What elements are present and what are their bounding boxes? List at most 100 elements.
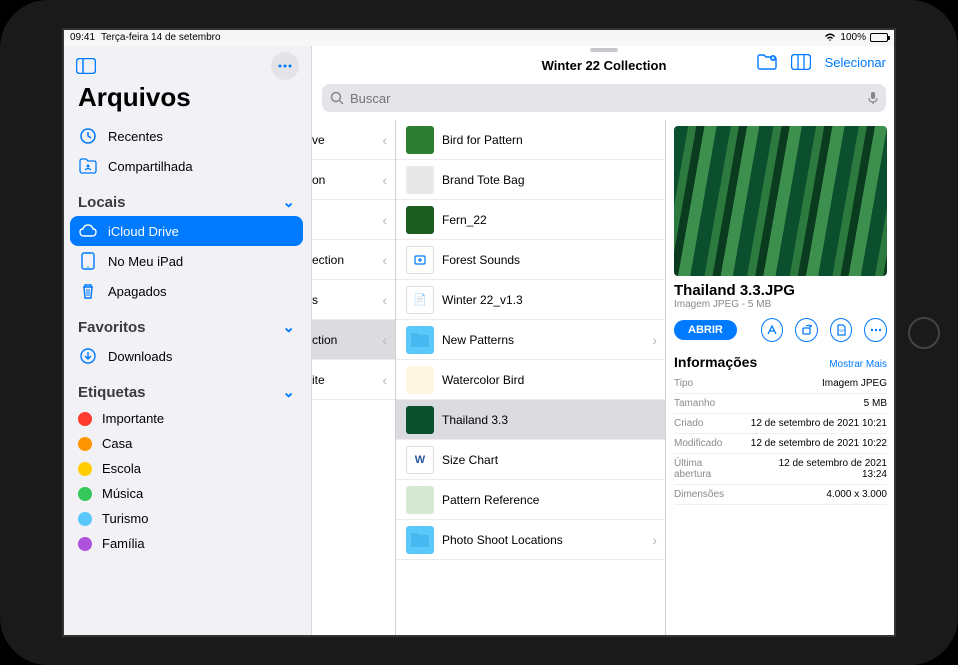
item-label: Forest Sounds — [442, 253, 520, 267]
microphone-icon[interactable] — [868, 91, 878, 105]
item-label: ction — [312, 333, 337, 347]
list-item[interactable]: ite › — [312, 360, 395, 400]
sidebar-item-recents[interactable]: Recentes — [62, 121, 311, 151]
sidebar-tag-importante[interactable]: Importante — [62, 406, 311, 431]
item-label: s — [312, 293, 318, 307]
open-button[interactable]: ABRIR — [674, 320, 737, 340]
chevron-down-icon: ⌄ — [282, 193, 295, 211]
list-item[interactable]: s› — [312, 280, 395, 320]
search-input[interactable] — [322, 84, 886, 112]
sidebar-item-shared[interactable]: Compartilhada — [62, 151, 311, 181]
sidebar-item-label: Recentes — [108, 129, 163, 144]
file-item[interactable]: Photo Shoot Locations › — [396, 520, 665, 560]
audio-icon — [406, 246, 434, 274]
rotate-icon[interactable] — [795, 318, 818, 342]
info-key: Última abertura — [674, 458, 742, 480]
tag-dot-icon — [78, 462, 92, 476]
item-label: on — [312, 173, 325, 187]
info-row: Tamanho5 MB — [674, 394, 887, 414]
sidebar-item-label: Apagados — [108, 284, 167, 299]
info-value: 4.000 x 3.000 — [826, 489, 887, 500]
more-actions-icon[interactable] — [864, 318, 887, 342]
preview-image[interactable] — [674, 126, 887, 276]
sidebar-tag-escola[interactable]: Escola — [62, 456, 311, 481]
column-1: ve›on››ection›s›ction›ite› — [312, 120, 396, 637]
select-button[interactable]: Selecionar — [825, 55, 886, 70]
info-row: TipoImagem JPEG — [674, 374, 887, 394]
chevron-right-icon: › — [382, 132, 387, 148]
sidebar-tag-turismo[interactable]: Turismo — [62, 506, 311, 531]
item-label: New Patterns — [442, 333, 514, 347]
sidebar-item-label: No Meu iPad — [108, 254, 183, 269]
new-folder-icon[interactable] — [757, 54, 777, 70]
list-item[interactable]: › — [312, 200, 395, 240]
search-field[interactable] — [350, 91, 862, 106]
folder-icon — [406, 326, 434, 354]
sidebar-item-no-meu-ipad[interactable]: No Meu iPad — [62, 246, 311, 276]
sidebar-item-downloads[interactable]: Downloads — [62, 341, 311, 371]
sidebar-item-apagados[interactable]: Apagados — [62, 276, 311, 306]
show-more-link[interactable]: Mostrar Mais — [829, 359, 887, 370]
item-label: ite — [312, 373, 325, 387]
chevron-right-icon: › — [382, 292, 387, 308]
image-thumbnail — [406, 126, 434, 154]
chevron-right-icon: › — [382, 252, 387, 268]
file-item[interactable]: Pattern Reference — [396, 480, 665, 520]
main-content: Winter 22 Collection Selecionar — [312, 46, 896, 637]
sidebar-tag-casa[interactable]: Casa — [62, 431, 311, 456]
sidebar-item-icloud-drive[interactable]: iCloud Drive — [70, 216, 303, 246]
sidebar-tag-família[interactable]: Família — [62, 531, 311, 556]
file-item[interactable]: WSize Chart — [396, 440, 665, 480]
image-thumbnail — [406, 166, 434, 194]
svg-text:PDF: PDF — [838, 329, 845, 333]
chevron-right-icon: › — [382, 172, 387, 188]
list-item[interactable]: ection› — [312, 240, 395, 280]
sidebar-section-tags[interactable]: Etiquetas ⌄ — [62, 371, 311, 406]
info-key: Modificado — [674, 438, 722, 449]
list-item[interactable]: ction› — [312, 320, 395, 360]
ipad-icon — [78, 251, 98, 271]
detail-filename: Thailand 3.3.JPG — [674, 282, 887, 299]
sidebar-tag-música[interactable]: Música — [62, 481, 311, 506]
sidebar-section-favorites[interactable]: Favoritos ⌄ — [62, 306, 311, 341]
file-item[interactable]: Watercolor Bird — [396, 360, 665, 400]
clock-icon — [78, 126, 98, 146]
file-item[interactable]: Thailand 3.3 — [396, 400, 665, 440]
file-item[interactable]: Forest Sounds — [396, 240, 665, 280]
wifi-icon — [824, 32, 836, 42]
tag-dot-icon — [78, 437, 92, 451]
item-label: Watercolor Bird — [442, 373, 524, 387]
sidebar-section-locations[interactable]: Locais ⌄ — [62, 181, 311, 216]
markup-icon[interactable] — [761, 318, 784, 342]
chevron-right-icon: › — [382, 372, 387, 388]
chevron-down-icon: ⌄ — [282, 383, 295, 401]
list-item[interactable]: on › — [312, 160, 395, 200]
sidebar-item-label: Escola — [102, 461, 141, 476]
folder-icon — [406, 526, 434, 554]
pdf-icon[interactable]: PDF — [830, 318, 853, 342]
chevron-right-icon: › — [382, 212, 387, 228]
file-item[interactable]: Fern_22 — [396, 200, 665, 240]
info-value: 12 de setembro de 2021 13:24 — [752, 458, 887, 480]
file-item[interactable]: New Patterns› — [396, 320, 665, 360]
info-value: 12 de setembro de 2021 10:22 — [751, 438, 887, 449]
item-label: Photo Shoot Locations — [442, 533, 563, 547]
sidebar-item-label: Downloads — [108, 349, 172, 364]
view-columns-icon[interactable] — [791, 54, 811, 70]
image-thumbnail — [406, 206, 434, 234]
sidebar-toggle-icon[interactable] — [72, 52, 100, 80]
chevron-right-icon: › — [652, 532, 657, 548]
item-label: Pattern Reference — [442, 493, 539, 507]
file-item[interactable]: Bird for Pattern — [396, 120, 665, 160]
info-key: Tipo — [674, 378, 693, 389]
sidebar-item-label: Música — [102, 486, 143, 501]
file-item[interactable]: Brand Tote Bag — [396, 160, 665, 200]
info-key: Criado — [674, 418, 703, 429]
drag-handle-icon[interactable] — [590, 48, 618, 52]
page-title: Winter 22 Collection — [542, 58, 667, 73]
file-item[interactable]: 📄Winter 22_v1.3 — [396, 280, 665, 320]
info-value: 5 MB — [864, 398, 887, 409]
list-item[interactable]: ve› — [312, 120, 395, 160]
item-label: Brand Tote Bag — [442, 173, 525, 187]
more-menu-icon[interactable] — [271, 52, 299, 80]
